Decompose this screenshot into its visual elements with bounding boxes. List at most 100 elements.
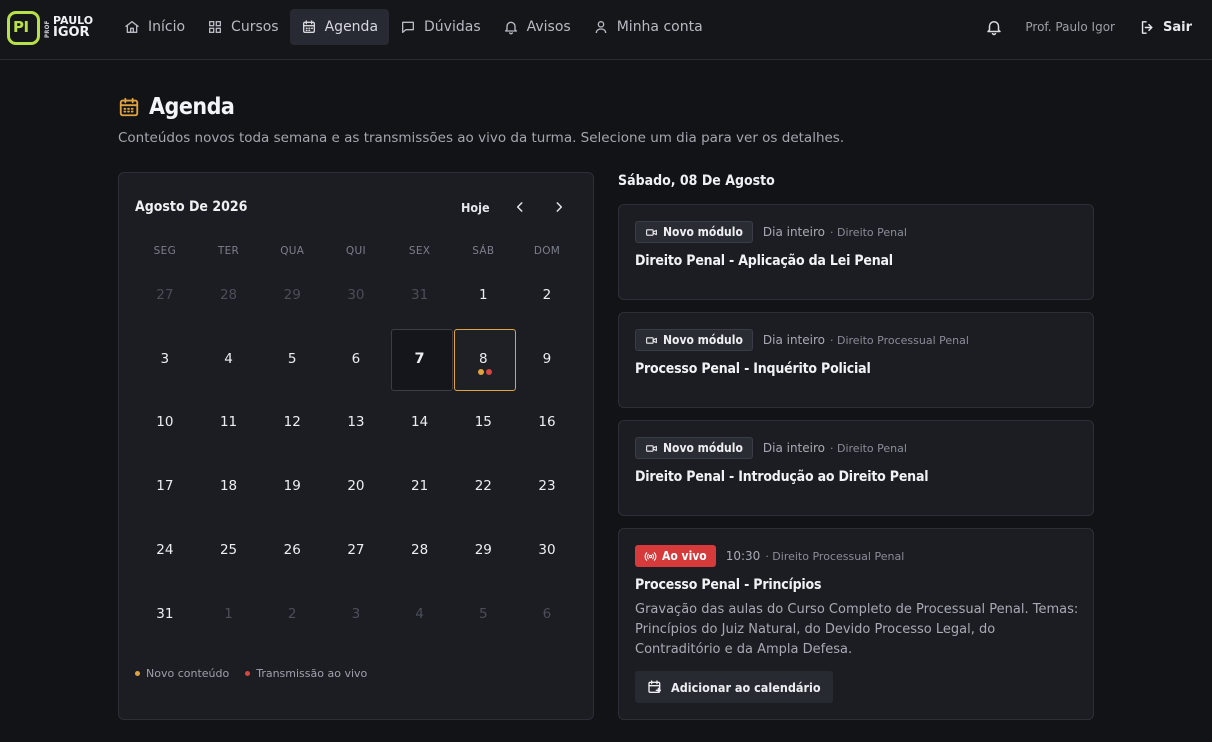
event-category: · Direito Penal <box>830 225 907 239</box>
day-number: 3 <box>160 350 170 367</box>
nav-item-label: Avisos <box>526 19 571 35</box>
calendar-day[interactable]: 26 <box>260 518 324 582</box>
day-number: 26 <box>283 542 301 559</box>
weekday-label: SÁB <box>472 245 495 257</box>
calendar-day[interactable]: 6 <box>324 327 388 391</box>
day-number: 14 <box>411 414 429 431</box>
calendar-day[interactable]: 12 <box>260 391 324 455</box>
calendar-day[interactable]: 17 <box>133 454 197 518</box>
add-to-calendar-button[interactable]: Adicionar ao calendário <box>635 671 833 703</box>
logout-icon <box>1141 20 1153 34</box>
calendar-day[interactable]: 5 <box>260 327 324 391</box>
chat-icon <box>402 21 415 33</box>
calendar-day[interactable]: 3 <box>133 327 197 391</box>
top-navigation-bar: PI PROF PAULO IGOR Início Cursos Agenda … <box>0 0 1212 60</box>
day-number: 9 <box>542 350 552 367</box>
calendar-day[interactable]: 19 <box>260 454 324 518</box>
day-number: 2 <box>542 286 552 303</box>
event-meta: Novo módulo Dia inteiro · Direito Penal <box>635 221 907 243</box>
calendar-day[interactable]: 28 <box>197 263 261 327</box>
weekday-label: TER <box>217 245 240 257</box>
page-title: Agenda <box>118 94 235 120</box>
previous-month-button[interactable] <box>511 198 529 216</box>
calendar-day[interactable]: 13 <box>324 391 388 455</box>
nav-item-duvidas[interactable]: Dúvidas <box>389 9 492 45</box>
calendar-day[interactable]: 1 <box>451 263 515 327</box>
logout-button[interactable]: Sair <box>1139 19 1192 36</box>
calendar-day[interactable]: 25 <box>197 518 261 582</box>
event-card[interactable]: Novo módulo Dia inteiro · Direito Proces… <box>618 312 1094 408</box>
day-number: 21 <box>411 478 429 495</box>
badge-label: Novo módulo <box>663 441 743 455</box>
day-number: 13 <box>347 414 365 431</box>
event-time: Dia inteiro <box>762 225 825 239</box>
calendar-day[interactable]: 9 <box>515 327 579 391</box>
chevron-right-icon <box>556 202 563 212</box>
calendar-day[interactable]: 29 <box>451 518 515 582</box>
calendar-day[interactable]: 4 <box>388 582 452 646</box>
calendar-day[interactable]: 2 <box>260 582 324 646</box>
badge-label: Novo módulo <box>663 225 743 239</box>
calendar-day-selected[interactable]: 8 <box>451 327 517 391</box>
calendar-day[interactable]: 27 <box>133 263 197 327</box>
calendar-day[interactable]: 30 <box>324 263 388 327</box>
calendar-day[interactable]: 30 <box>515 518 579 582</box>
nav-item-inicio[interactable]: Início <box>113 9 196 45</box>
calendar-day[interactable]: 23 <box>515 454 579 518</box>
event-card-live[interactable]: Ao vivo 10:30 · Direito Processual Penal… <box>618 528 1094 720</box>
calendar-day[interactable]: 15 <box>451 391 515 455</box>
today-button[interactable]: Hoje <box>461 200 490 215</box>
notifications-bell-icon[interactable] <box>985 18 1003 36</box>
nav-item-avisos[interactable]: Avisos <box>492 9 582 45</box>
calendar-day[interactable]: 5 <box>451 582 515 646</box>
calendar-day[interactable]: 10 <box>133 391 197 455</box>
calendar-day[interactable]: 29 <box>260 263 324 327</box>
calendar-day[interactable]: 31 <box>133 582 197 646</box>
day-number: 30 <box>538 542 556 559</box>
new-module-badge: Novo módulo <box>635 329 753 351</box>
calendar-day[interactable]: 28 <box>388 518 452 582</box>
day-number: 24 <box>156 542 174 559</box>
day-number: 31 <box>411 286 429 303</box>
day-number: 19 <box>283 478 301 495</box>
calendar-day[interactable]: 6 <box>515 582 579 646</box>
brand-logo[interactable]: PI PROF PAULO IGOR <box>7 10 93 46</box>
day-number: 2 <box>287 605 297 622</box>
day-number: 1 <box>224 605 233 622</box>
calendar-day[interactable]: 20 <box>324 454 388 518</box>
calendar-day[interactable]: 1 <box>197 582 261 646</box>
calendar-day[interactable]: 2 <box>515 263 579 327</box>
nav-item-cursos[interactable]: Cursos <box>196 9 290 45</box>
page-subtitle: Conteúdos novos toda semana e as transmi… <box>118 130 845 146</box>
event-time: Dia inteiro <box>762 333 825 347</box>
event-category: · Direito Processual Penal <box>765 549 905 563</box>
calendar-day[interactable]: 21 <box>388 454 452 518</box>
calendar-day-today[interactable]: 7 <box>388 327 453 391</box>
day-number: 30 <box>347 286 365 303</box>
weekday-label: SEX <box>408 245 431 257</box>
nav-item-minha-conta[interactable]: Minha conta <box>582 9 714 45</box>
calendar-day[interactable]: 22 <box>451 454 515 518</box>
event-card[interactable]: Novo módulo Dia inteiro · Direito Penal … <box>618 420 1094 516</box>
calendar-day[interactable]: 3 <box>324 582 388 646</box>
calendar-day[interactable]: 27 <box>324 518 388 582</box>
event-card[interactable]: Novo módulo Dia inteiro · Direito Penal … <box>618 204 1094 300</box>
day-number: 11 <box>219 414 238 431</box>
event-indicator-dot <box>478 368 485 375</box>
day-number: 18 <box>219 478 238 495</box>
calendar-day[interactable]: 31 <box>388 263 452 327</box>
calendar-day[interactable]: 4 <box>197 327 261 391</box>
day-number: 22 <box>474 478 492 495</box>
calendar-plus-icon <box>648 680 661 693</box>
calendar-day[interactable]: 14 <box>388 391 452 455</box>
next-month-button[interactable] <box>550 198 568 216</box>
calendar-day[interactable]: 16 <box>515 391 579 455</box>
calendar-day[interactable]: 18 <box>197 454 261 518</box>
day-number: 15 <box>474 414 492 431</box>
day-number: 29 <box>474 542 492 559</box>
calendar-day[interactable]: 11 <box>197 391 261 455</box>
calendar-day[interactable]: 24 <box>133 518 197 582</box>
day-number: 4 <box>415 605 424 622</box>
legend-item-live: Transmissão ao vivo <box>245 667 367 680</box>
nav-item-agenda[interactable]: Agenda <box>289 9 390 45</box>
